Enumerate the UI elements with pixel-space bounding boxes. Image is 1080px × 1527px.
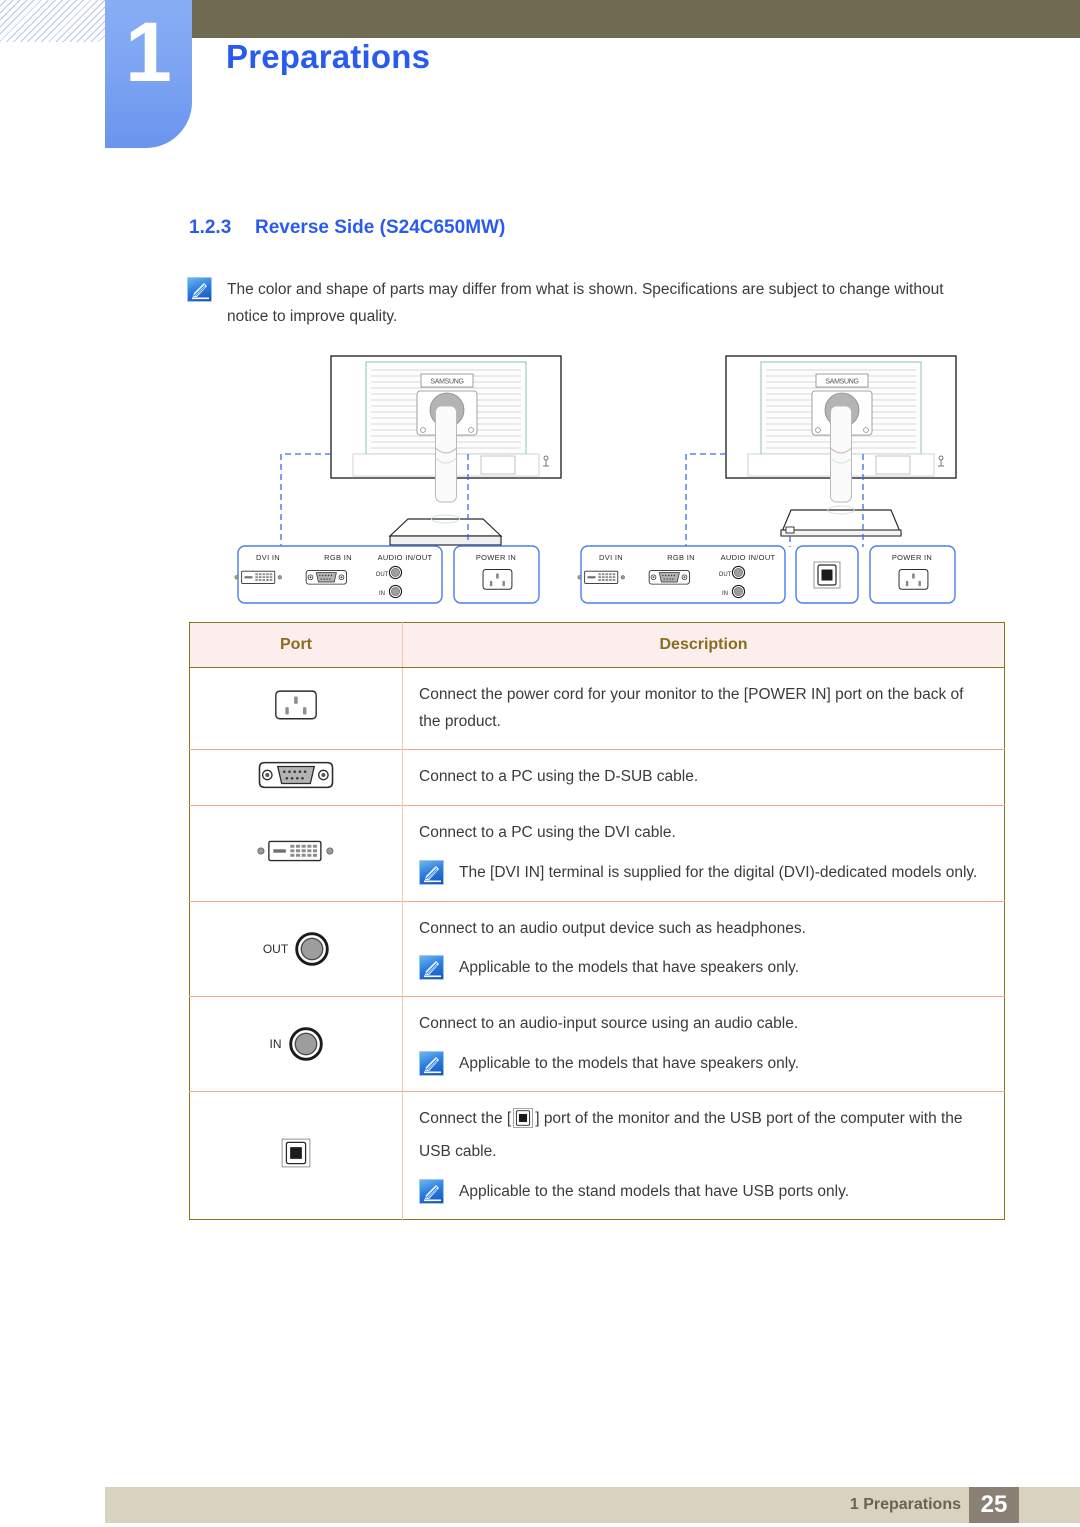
row-note: Applicable to the models that have speak… bbox=[419, 1050, 986, 1078]
table-row: Connect the [ ] port of the monitor and … bbox=[189, 1091, 1005, 1220]
description-cell: Connect to an audio output device such a… bbox=[402, 900, 1005, 997]
top-note-text: The color and shape of parts may differ … bbox=[227, 281, 944, 325]
svg-text:OUT: OUT bbox=[376, 572, 389, 578]
description-cell: Connect the [ ] port of the monitor and … bbox=[402, 1091, 1005, 1220]
port-icon-label: OUT bbox=[262, 941, 289, 956]
monitor-rear-diagram-svg: SAMSUNG DVI IN RGB IN AUDIO IN/OUT OUT I… bbox=[234, 355, 957, 604]
chapter-title: Preparations bbox=[226, 38, 431, 75]
power-in-port-icon bbox=[275, 690, 317, 720]
table-header-row: Port Description bbox=[189, 622, 1005, 668]
footer-page-number: 25 bbox=[969, 1487, 1019, 1523]
usb-b-inline-icon bbox=[512, 1107, 534, 1139]
row-description: Connect to a PC using the DVI cable. bbox=[419, 824, 676, 842]
column-header-port: Port bbox=[189, 622, 403, 668]
port-cell: IN bbox=[189, 995, 403, 1092]
svg-text:RGB IN: RGB IN bbox=[667, 553, 695, 562]
row-description: Connect to a PC using the D-SUB cable. bbox=[419, 768, 699, 786]
left-monitor-illustration: DVI IN RGB IN AUDIO IN/OUT OUT IN POWER … bbox=[234, 355, 562, 604]
dsub-port-icon bbox=[258, 762, 334, 789]
table-row: IN Connect to an audio-input source usin… bbox=[189, 995, 1005, 1092]
svg-text:AUDIO IN/OUT: AUDIO IN/OUT bbox=[721, 553, 776, 562]
section-heading: 1.2.3 Reverse Side (S24C650MW) bbox=[189, 217, 505, 239]
note-quill-icon bbox=[187, 277, 212, 302]
svg-text:RGB IN: RGB IN bbox=[324, 553, 352, 562]
svg-text:DVI IN: DVI IN bbox=[599, 553, 623, 562]
column-header-description: Description bbox=[402, 622, 1005, 668]
svg-text:IN: IN bbox=[379, 591, 385, 597]
svg-text:IN: IN bbox=[722, 591, 728, 597]
port-cell bbox=[189, 667, 403, 750]
audio-out-jack-icon bbox=[295, 932, 329, 966]
decorative-hatch-pattern bbox=[0, 0, 106, 42]
row-note: The [DVI IN] terminal is supplied for th… bbox=[419, 859, 986, 887]
port-cell bbox=[189, 1091, 403, 1220]
row-description: Connect the [ ] port of the monitor and … bbox=[419, 1106, 986, 1165]
port-cell bbox=[189, 805, 403, 902]
port-icon-label: IN bbox=[269, 1037, 282, 1052]
description-cell: Connect to a PC using the DVI cable. The… bbox=[402, 805, 1005, 902]
port-description-table: Port Description Connect the power cord … bbox=[189, 622, 1005, 1221]
row-note-text: Applicable to the models that have speak… bbox=[459, 1054, 800, 1072]
row-description: Connect the power cord for your monitor … bbox=[419, 686, 964, 730]
note-quill-icon bbox=[419, 859, 444, 885]
section-number: 1.2.3 bbox=[189, 217, 232, 238]
port-cell: OUT bbox=[189, 900, 403, 997]
table-row: OUT Connect to an audio output device su… bbox=[189, 900, 1005, 997]
chapter-number-tab: 1 bbox=[105, 0, 192, 148]
svg-text:AUDIO IN/OUT: AUDIO IN/OUT bbox=[378, 553, 433, 562]
note-quill-icon bbox=[419, 955, 444, 981]
svg-text:POWER IN: POWER IN bbox=[476, 553, 516, 562]
usb-b-port-icon bbox=[281, 1138, 311, 1168]
reverse-side-diagrams: SAMSUNG DVI IN RGB IN AUDIO IN/OUT OUT I… bbox=[186, 350, 996, 612]
table-row: Connect to a PC using the D-SUB cable. bbox=[189, 749, 1005, 806]
row-note-text: The [DVI IN] terminal is supplied for th… bbox=[459, 863, 978, 881]
description-cell: Connect the power cord for your monitor … bbox=[403, 668, 1005, 750]
note-quill-icon bbox=[419, 1050, 444, 1076]
row-description: Connect to an audio output device such a… bbox=[419, 919, 806, 937]
description-cell: Connect to a PC using the D-SUB cable. bbox=[402, 749, 1005, 806]
description-cell: Connect to an audio-input source using a… bbox=[402, 995, 1005, 1092]
row-note: Applicable to the models that have speak… bbox=[419, 955, 986, 982]
row-note: Applicable to the stand models that have… bbox=[419, 1178, 986, 1206]
svg-text:DVI IN: DVI IN bbox=[256, 553, 280, 562]
row-note-text: Applicable to the models that have speak… bbox=[459, 959, 800, 977]
row-note-text: Applicable to the stand models that have… bbox=[459, 1182, 850, 1200]
port-cell bbox=[189, 749, 403, 806]
chapter-number: 1 bbox=[125, 5, 172, 99]
footer-chapter-label: 1 Preparations bbox=[849, 1496, 961, 1513]
header-olive-bar bbox=[192, 0, 1080, 38]
top-note-block: The color and shape of parts may differ … bbox=[187, 277, 977, 330]
table-row: Connect the power cord for your monitor … bbox=[189, 667, 1005, 750]
usb-desc-prefix: Connect the [ bbox=[419, 1110, 512, 1128]
section-title: Reverse Side (S24C650MW) bbox=[255, 217, 506, 238]
svg-text:OUT: OUT bbox=[719, 572, 732, 578]
svg-text:POWER IN: POWER IN bbox=[892, 553, 932, 562]
table-row: Connect to a PC using the DVI cable. The… bbox=[189, 805, 1005, 902]
audio-in-jack-icon bbox=[288, 1027, 323, 1061]
right-monitor-illustration: DVI IN RGB IN AUDIO IN/OUT OUT IN POWER … bbox=[577, 355, 957, 604]
row-description: Connect to an audio-input source using a… bbox=[419, 1014, 799, 1032]
note-quill-icon bbox=[419, 1178, 444, 1204]
dvi-port-icon bbox=[257, 840, 334, 862]
